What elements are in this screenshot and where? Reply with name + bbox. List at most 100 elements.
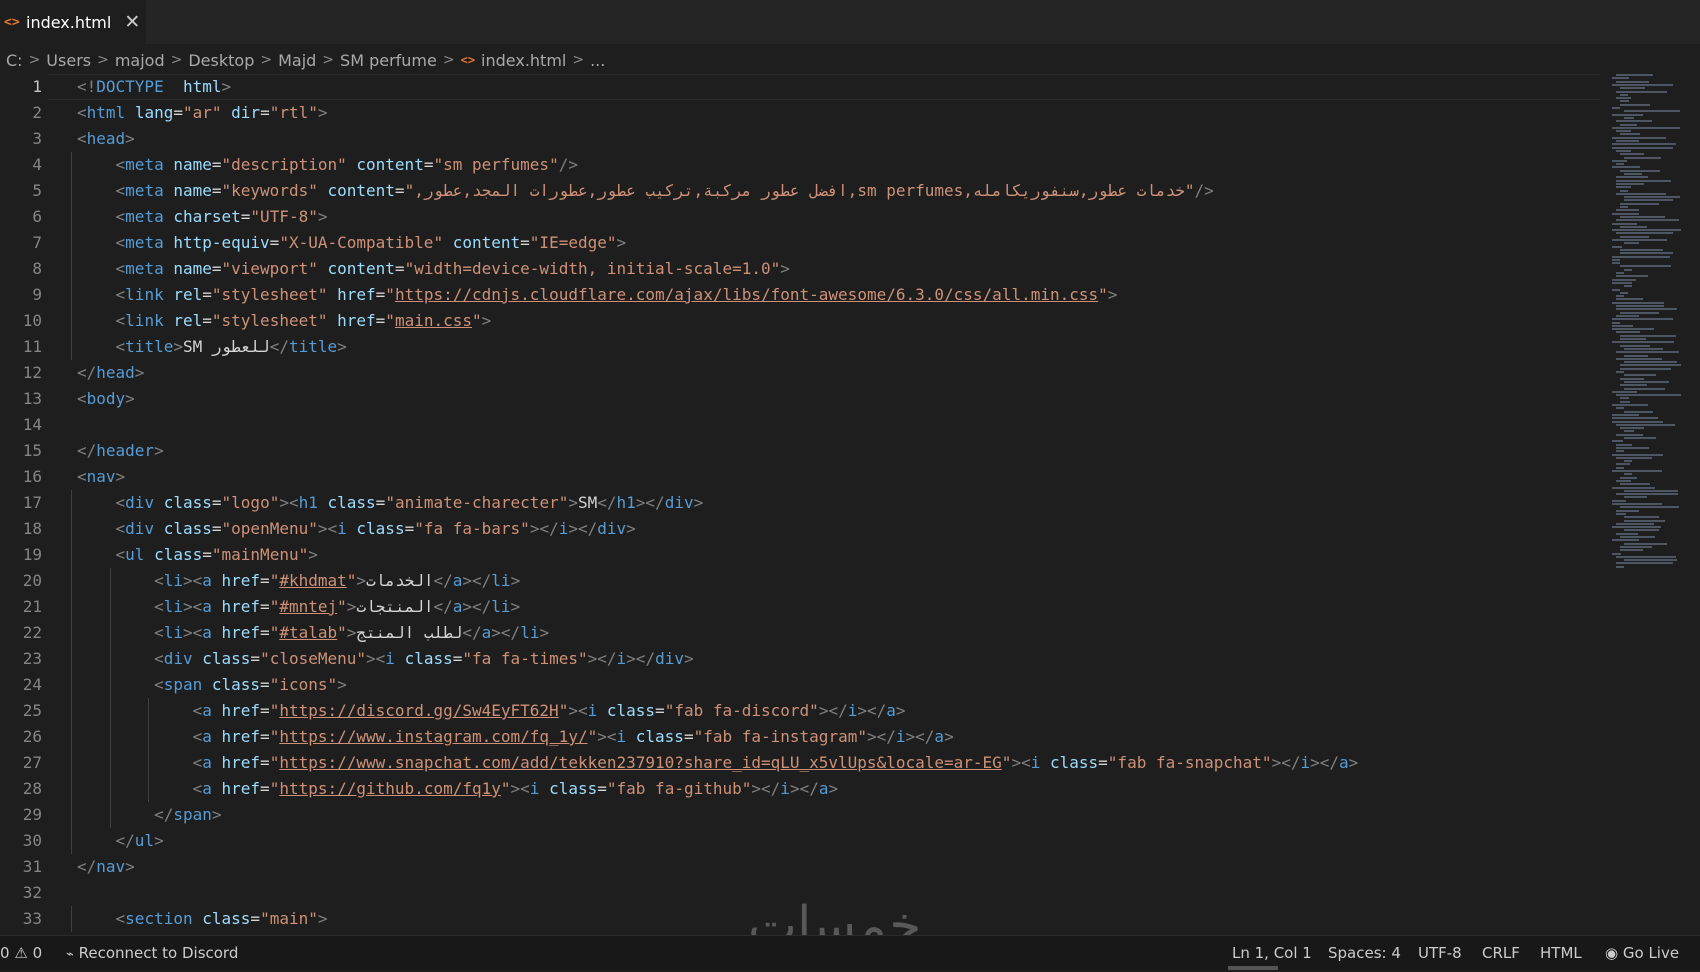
code-token: = [202, 545, 212, 564]
tab-index-html[interactable]: <> index.html ✕ [0, 0, 146, 44]
code-line[interactable]: <ul class="mainMenu"> [71, 542, 1358, 568]
code-line[interactable]: <li><a href="#mntej">المنتجات</a></li> [71, 594, 1358, 620]
code-link[interactable]: #khdmat [279, 571, 346, 590]
code-line[interactable]: <a href="https://discord.gg/Sw4EyFT62H">… [71, 698, 1358, 724]
problems-indicator[interactable]: 0 ⚠ 0 [0, 936, 42, 970]
code-token: "fab fa-discord" [664, 701, 819, 720]
code-token: class [404, 649, 453, 668]
code-line[interactable]: <a href="https://www.instagram.com/fq_1y… [71, 724, 1358, 750]
code-line[interactable]: <div class="openMenu"><i class="fa fa-ba… [71, 516, 1358, 542]
code-line[interactable]: <link rel="stylesheet" href="main.css"> [71, 308, 1358, 334]
indentation[interactable]: Spaces: 4 [1328, 936, 1401, 970]
code-line[interactable] [77, 880, 1358, 906]
code-line[interactable]: <li><a href="#talab">لطلب المنتج</a></li… [71, 620, 1358, 646]
code-line[interactable]: </head> [77, 360, 1358, 386]
code-link[interactable]: https://www.snapchat.com/add/tekken23791… [279, 753, 1001, 772]
code-area[interactable]: <!DOCTYPE html> <html lang="ar" dir="rtl"… [71, 74, 1358, 932]
code-line[interactable]: <html lang="ar" dir="rtl"> [77, 100, 1358, 126]
code-line[interactable]: </span> [71, 802, 1358, 828]
code-line[interactable]: <nav> [77, 464, 1358, 490]
breadcrumb-item-symbols[interactable]: ... [590, 51, 605, 70]
code-line[interactable]: <li><a href="#khdmat">الخدمات</a></li> [71, 568, 1358, 594]
code-token: i [587, 701, 598, 720]
line-number: 33 [22, 909, 42, 928]
code-token: </ [77, 857, 97, 876]
code-token: > [125, 129, 135, 148]
code-line[interactable]: <meta charset="UTF-8"> [71, 204, 1358, 230]
minimap-line [1612, 258, 1620, 261]
code-line[interactable]: <link rel="stylesheet" href="https://cdn… [71, 282, 1358, 308]
breadcrumb-item-users[interactable]: Users [46, 51, 91, 70]
breadcrumb-item-majd[interactable]: Majd [278, 51, 316, 70]
code-link[interactable]: https://cdnjs.cloudflare.com/ajax/libs/f… [395, 285, 1098, 304]
minimap-line [1616, 192, 1666, 195]
code-link[interactable]: https://github.com/fq1y [279, 779, 501, 798]
code-editor[interactable]: 1 2 3 4 5 6 7 8 9 10 11 12 13 14 15 16 17 18 19 20 21 22 23 24 2… [0, 74, 1700, 934]
minimap-line [1620, 506, 1679, 509]
encoding[interactable]: UTF-8 [1418, 936, 1462, 970]
line-number: 1 [32, 77, 42, 96]
code-link[interactable]: https://discord.gg/Sw4EyFT62H [279, 701, 558, 720]
minimap-line [1612, 136, 1666, 139]
minimap-line [1620, 133, 1640, 136]
go-live-button[interactable]: ◉ Go Live [1605, 936, 1679, 970]
end-of-line[interactable]: CRLF [1482, 936, 1520, 970]
code-token: href [221, 701, 261, 720]
minimap[interactable] [1610, 74, 1700, 574]
breadcrumb-item-desktop[interactable]: Desktop [188, 51, 254, 70]
breadcrumb-item-drive[interactable]: C: [6, 51, 23, 70]
language-mode[interactable]: HTML [1540, 936, 1582, 970]
code-token: > [510, 597, 521, 616]
minimap-line [1612, 328, 1654, 331]
minimap-line [1616, 407, 1624, 410]
breadcrumb-item-user[interactable]: majod [115, 51, 165, 70]
code-line[interactable]: <meta http-equiv="X-UA-Compatible" conte… [71, 230, 1358, 256]
code-link[interactable]: #talab [279, 623, 337, 642]
minimap-line [1620, 189, 1628, 192]
code-line[interactable]: <head> [77, 126, 1358, 152]
code-link[interactable]: https://www.instagram.com/fq_1y/ [279, 727, 587, 746]
code-line[interactable]: <title>SM للعطور</title> [71, 334, 1358, 360]
code-line[interactable]: <a href="https://www.snapchat.com/add/te… [71, 750, 1358, 776]
breadcrumb-item-project[interactable]: SM perfume [340, 51, 437, 70]
code-line[interactable]: <span class="icons"> [71, 672, 1358, 698]
code-line[interactable]: <a href="https://github.com/fq1y"><i cla… [71, 776, 1358, 802]
code-link[interactable]: #mntej [279, 597, 337, 616]
code-line[interactable]: </nav> [77, 854, 1358, 880]
code-line[interactable]: <div class="closeMenu"><i class="fa fa-t… [71, 646, 1358, 672]
indent-guide [71, 620, 72, 646]
code-token: "mainMenu" [211, 545, 309, 564]
minimap-line [1612, 526, 1661, 529]
code-line[interactable]: </header> [77, 438, 1358, 464]
code-token: class [635, 727, 684, 746]
discord-status[interactable]: ⌁ Reconnect to Discord [66, 936, 238, 970]
close-icon[interactable]: ✕ [124, 11, 140, 33]
code-token: < [115, 207, 126, 226]
code-line[interactable]: <meta name="description" content="sm per… [71, 152, 1358, 178]
breadcrumb-item-file[interactable]: index.html [481, 51, 566, 70]
code-line[interactable] [77, 412, 1358, 438]
code-token: > [308, 545, 318, 564]
code-link[interactable]: main.css [395, 311, 472, 330]
code-line[interactable]: <meta name="viewport" content="width=dev… [71, 256, 1358, 282]
indent-guide [71, 204, 72, 230]
code-line[interactable]: <body> [77, 386, 1358, 412]
code-line[interactable]: </ul> [71, 828, 1358, 854]
chevron-right-icon: > [28, 52, 41, 68]
code-token: = [375, 493, 386, 512]
code-line[interactable]: <!DOCTYPE html> [77, 74, 1358, 100]
code-line[interactable]: <meta name="keywords" content="خدمات عطو… [71, 178, 1358, 204]
cursor-position[interactable]: Ln 1, Col 1 [1232, 936, 1312, 970]
code-token: a [202, 779, 212, 798]
code-token: div [163, 649, 193, 668]
code-line[interactable]: <div class="logo"><h1 class="animate-cha… [71, 490, 1358, 516]
code-token: href [221, 753, 261, 772]
code-line[interactable]: <section class="main"> [71, 906, 1358, 932]
code-token: body [86, 389, 126, 408]
